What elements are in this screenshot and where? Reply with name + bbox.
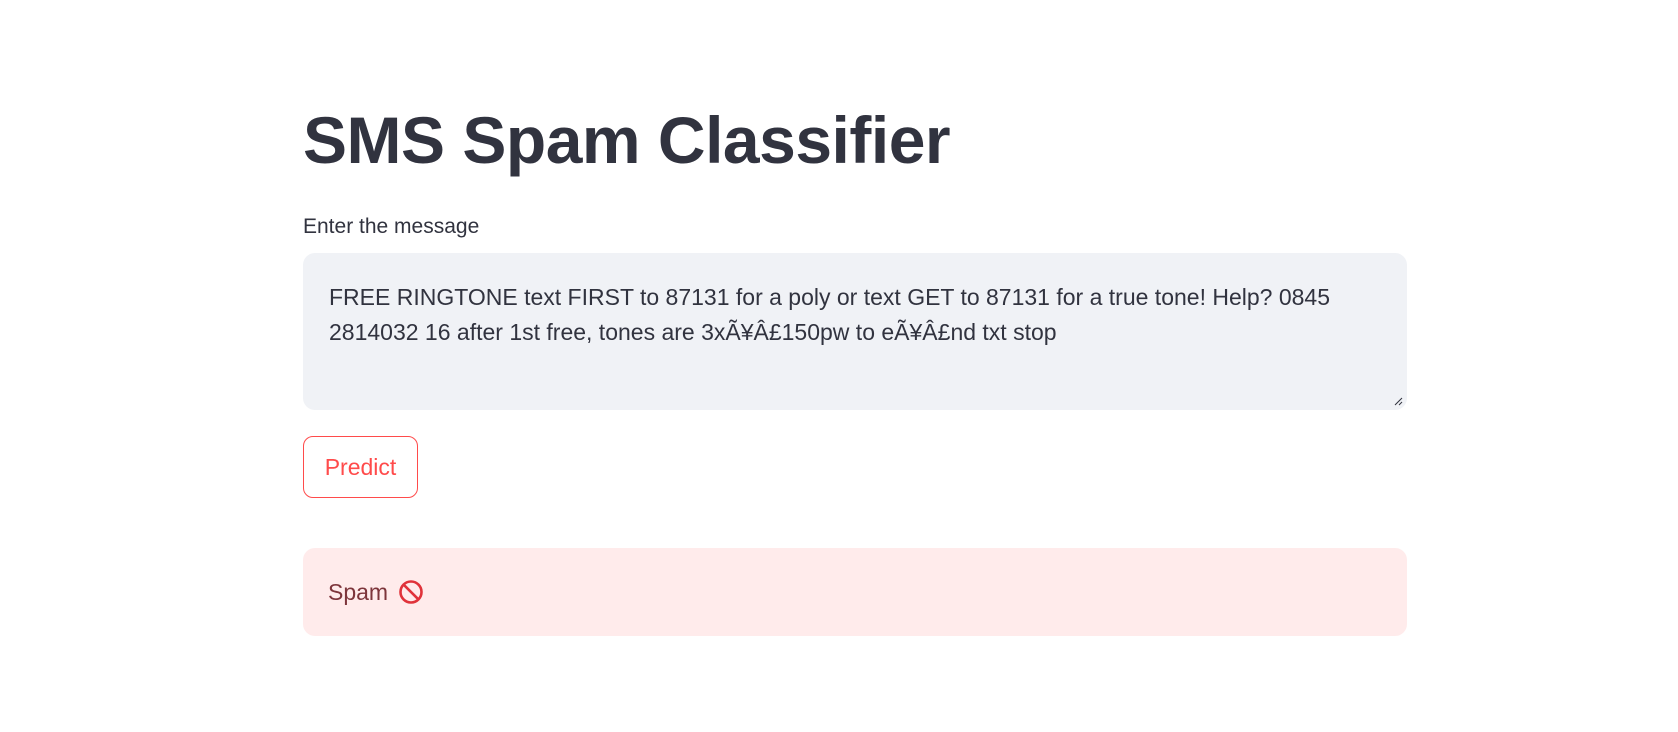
- app-root: SMS Spam Classifier Enter the message Pr…: [0, 0, 1678, 732]
- result-alert: Spam: [303, 548, 1407, 636]
- message-input[interactable]: [329, 280, 1369, 390]
- resize-handle-icon[interactable]: [1393, 396, 1403, 406]
- message-input-wrapper: [303, 253, 1407, 410]
- prohibited-icon: [399, 580, 423, 604]
- message-label: Enter the message: [303, 215, 480, 238]
- result-text: Spam: [328, 579, 389, 605]
- predict-button[interactable]: Predict: [303, 436, 418, 498]
- page-title: SMS Spam Classifier: [303, 103, 951, 177]
